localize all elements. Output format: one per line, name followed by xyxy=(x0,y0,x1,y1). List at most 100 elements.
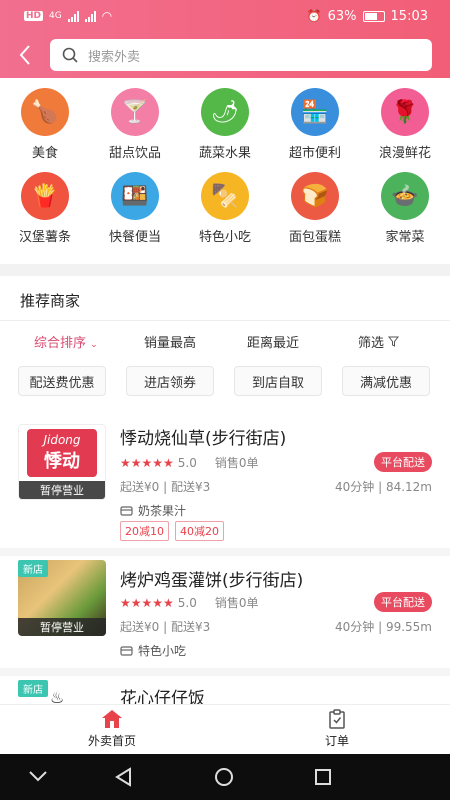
tab-bar: 外卖首页 订单 xyxy=(0,704,450,754)
store-name: 烤炉鸡蛋灌饼(步行街店) xyxy=(120,571,304,591)
rating-stars-icon: ★★★★★ xyxy=(120,595,174,610)
search-input[interactable]: 搜索外卖 xyxy=(50,39,432,71)
category-flowers[interactable]: 🌹 浪漫鲜花 xyxy=(360,88,450,161)
store-card[interactable]: Jidong 悸动 暂停营业 悸动烧仙草(步行街店) ★★★★★ 5.0 销售0… xyxy=(0,406,450,541)
logo-text-top: Jidong xyxy=(43,433,81,447)
chip-pickup[interactable]: 到店自取 xyxy=(234,366,322,396)
section-title: 推荐商家 xyxy=(20,292,81,310)
chip-coupon[interactable]: 进店领券 xyxy=(126,366,214,396)
store-category-icon xyxy=(120,646,133,656)
cocktail-icon: 🍸 xyxy=(111,88,159,136)
store-thumbnail: ♨ xyxy=(50,688,65,704)
sales-count: 销售0单 xyxy=(214,596,259,610)
store-card[interactable]: 新店 ♨ 花心仔仔饭 xyxy=(0,676,450,704)
store-icon: 🏪 xyxy=(291,88,339,136)
category-label: 汉堡薯条 xyxy=(18,230,71,245)
tab-home[interactable]: 外卖首页 xyxy=(67,709,157,749)
store-name: 花心仔仔饭 xyxy=(120,689,205,704)
bread-icon: 🍞 xyxy=(291,172,339,220)
category-label: 面包蛋糕 xyxy=(288,230,341,245)
promo-list: 20减10 40减20 xyxy=(120,521,224,541)
promo-tag: 20减10 xyxy=(120,521,169,541)
store-category-icon xyxy=(120,506,133,516)
header: HD 4G ◠ ⏰ 63% 15:03 搜索外卖 xyxy=(0,0,450,78)
filter-label: 筛选 xyxy=(358,336,385,351)
wifi-icon: ◠ xyxy=(101,9,113,23)
category-fastfood[interactable]: 🍱 快餐便当 xyxy=(90,172,180,245)
clock: 15:03 xyxy=(390,8,428,24)
dish-icon: 🍲 xyxy=(381,172,429,220)
search-icon xyxy=(62,47,78,63)
logo-text-bottom: 悸动 xyxy=(44,451,80,472)
signal-label: 4G xyxy=(49,11,62,21)
category-label: 蔬菜水果 xyxy=(198,146,251,161)
fee-info: 起送¥0 | 配送¥3 xyxy=(120,480,211,494)
delivery-badge: 平台配送 xyxy=(374,592,432,612)
back-nav-icon[interactable] xyxy=(114,767,134,787)
filter-chips: 配送费优惠 进店领券 到店自取 满减优惠 xyxy=(18,366,432,396)
store-category: 特色小吃 xyxy=(138,644,187,658)
rating-value: 5.0 xyxy=(177,595,197,610)
store-name: 悸动烧仙草(步行街店) xyxy=(120,429,287,449)
category-label: 超市便利 xyxy=(288,146,341,161)
distance-info: 40分钟 | 99.55m xyxy=(335,620,432,634)
network-badge: HD xyxy=(24,11,44,21)
nav-bar: 搜索外卖 xyxy=(0,32,450,78)
divider xyxy=(0,320,450,321)
category-label: 美食 xyxy=(31,146,58,161)
category-drinks[interactable]: 🍸 甜点饮品 xyxy=(90,88,180,161)
category-vegetables[interactable]: 🌶 蔬菜水果 xyxy=(180,88,270,161)
signal-icon xyxy=(67,10,79,22)
sort-bar: 综合排序 ⌄ 销量最高 距离最近 筛选 xyxy=(0,326,450,356)
vegetable-icon: 🌶 xyxy=(201,88,249,136)
store-category: 奶茶果汁 xyxy=(138,504,187,518)
collapse-icon[interactable] xyxy=(28,770,48,782)
category-label: 浪漫鲜花 xyxy=(378,146,431,161)
category-burgers[interactable]: 🍟 汉堡薯条 xyxy=(0,172,90,245)
category-snacks[interactable]: 🍢 特色小吃 xyxy=(180,172,270,245)
chevron-left-icon xyxy=(19,45,30,65)
fries-icon: 🍟 xyxy=(21,172,69,220)
sort-distance[interactable]: 距离最近 xyxy=(247,332,299,351)
bento-icon: 🍱 xyxy=(111,172,159,220)
orders-icon xyxy=(329,709,345,729)
chicken-icon: 🍗 xyxy=(21,88,69,136)
store-divider xyxy=(0,548,450,556)
sort-sales[interactable]: 销量最高 xyxy=(144,332,196,351)
category-supermarket[interactable]: 🏪 超市便利 xyxy=(270,88,360,161)
recents-nav-icon[interactable] xyxy=(314,768,332,786)
back-button[interactable] xyxy=(18,40,40,70)
category-label: 快餐便当 xyxy=(108,230,161,245)
delivery-badge: 平台配送 xyxy=(374,452,432,472)
tab-label: 订单 xyxy=(324,734,349,748)
search-placeholder: 搜索外卖 xyxy=(88,49,141,65)
home-nav-icon[interactable] xyxy=(214,767,234,787)
alarm-icon: ⏰ xyxy=(306,9,322,23)
category-bakery[interactable]: 🍞 面包蛋糕 xyxy=(270,172,360,245)
chip-delivery-discount[interactable]: 配送费优惠 xyxy=(18,366,106,396)
store-card[interactable]: 新店 暂停营业 烤炉鸡蛋灌饼(步行街店) ★★★★★ 5.0 销售0单 平台配送… xyxy=(0,556,450,668)
rating-stars-icon: ★★★★★ xyxy=(120,455,174,470)
signal-icon-2 xyxy=(84,10,96,22)
status-badge: 暂停营业 xyxy=(19,481,105,499)
battery-text: 63% xyxy=(327,8,357,24)
status-badge: 暂停营业 xyxy=(18,618,106,636)
tab-orders[interactable]: 订单 xyxy=(292,709,382,749)
system-nav-bar xyxy=(0,754,450,800)
filter-icon xyxy=(388,336,400,347)
sales-count: 销售0单 xyxy=(214,456,259,470)
chevron-down-icon: ⌄ xyxy=(90,340,98,350)
category-label: 特色小吃 xyxy=(198,230,251,245)
promo-tag: 40减20 xyxy=(175,521,224,541)
fee-info: 起送¥0 | 配送¥3 xyxy=(120,620,211,634)
sort-composite[interactable]: 综合排序 ⌄ xyxy=(34,332,98,351)
battery-icon xyxy=(362,10,385,22)
chip-full-reduction[interactable]: 满减优惠 xyxy=(342,366,430,396)
sort-label: 综合排序 xyxy=(34,336,87,351)
store-logo: Jidong 悸动 暂停营业 xyxy=(18,424,106,500)
new-store-tag: 新店 xyxy=(18,680,48,697)
category-food[interactable]: 🍗 美食 xyxy=(0,88,90,161)
category-homecooking[interactable]: 🍲 家常菜 xyxy=(360,172,450,245)
filter-button[interactable]: 筛选 xyxy=(358,332,400,351)
skewer-icon: 🍢 xyxy=(201,172,249,220)
